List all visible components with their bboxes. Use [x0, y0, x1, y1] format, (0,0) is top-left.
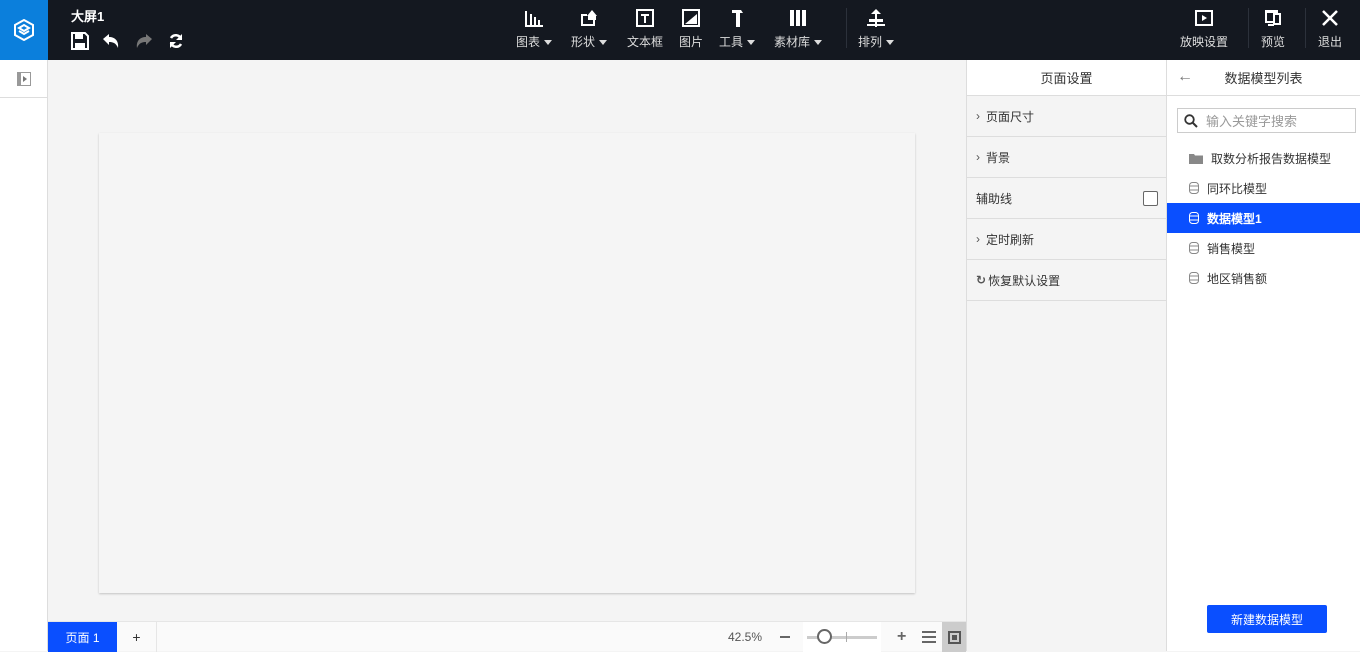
image-icon	[682, 9, 700, 27]
model-search-input[interactable]: 输入关键字搜索	[1177, 108, 1356, 133]
data-model-panel: ← 数据模型列表 输入关键字搜索 取数分析报告数据模型 同环比模型 数据模型1 销…	[1167, 60, 1360, 651]
exit-button[interactable]: 退出	[1318, 8, 1342, 50]
save-icon[interactable]	[70, 31, 90, 51]
guides-row: 辅助线	[967, 178, 1166, 219]
textbox-icon	[636, 9, 654, 27]
reset-icon: ↻	[976, 273, 987, 287]
zoom-value: 42.5%	[728, 630, 763, 644]
chevron-right-icon: ›	[976, 232, 980, 246]
guides-checkbox[interactable]	[1143, 191, 1158, 206]
tool-tools[interactable]: 工具	[719, 8, 756, 50]
zoom-out-button[interactable]	[780, 636, 790, 638]
model-item[interactable]: 销售模型	[1167, 233, 1360, 263]
add-page-button[interactable]: +	[117, 622, 157, 652]
page-settings-title: 页面设置	[967, 60, 1166, 96]
chevron-right-icon: ›	[976, 109, 980, 123]
background-row[interactable]: › 背景	[967, 137, 1166, 178]
back-arrow-icon[interactable]: ←	[1177, 68, 1193, 86]
expand-panel-icon	[16, 71, 31, 86]
page-tab-1[interactable]: 页面 1	[48, 622, 117, 652]
hammer-icon	[732, 10, 743, 27]
bar-chart-icon	[525, 11, 543, 27]
fit-width-icon[interactable]	[922, 631, 936, 643]
database-icon	[1189, 212, 1199, 224]
search-icon	[1184, 113, 1198, 128]
play-settings-button[interactable]: 放映设置	[1180, 8, 1228, 50]
database-icon	[1189, 182, 1199, 194]
document-title[interactable]: 大屏1	[71, 6, 104, 25]
shape-icon	[581, 10, 597, 26]
undo-icon[interactable]	[101, 31, 121, 51]
fit-screen-icon[interactable]	[942, 622, 966, 652]
reset-defaults-button[interactable]: ↻ 恢复默认设置	[967, 260, 1166, 301]
zoom-in-button[interactable]: +	[897, 628, 906, 646]
model-folder-item[interactable]: 取数分析报告数据模型	[1167, 143, 1360, 173]
canvas-page[interactable]	[99, 133, 915, 593]
folder-icon	[1189, 153, 1203, 164]
model-item-active[interactable]: 数据模型1	[1167, 203, 1360, 233]
close-icon	[1322, 10, 1338, 26]
model-item[interactable]: 同环比模型	[1167, 173, 1360, 203]
timed-refresh-row[interactable]: › 定时刷新	[967, 219, 1166, 260]
new-data-model-button[interactable]: 新建数据模型	[1207, 605, 1327, 633]
play-icon	[1195, 10, 1213, 26]
tool-chart[interactable]: 图表	[516, 8, 553, 50]
tool-shape[interactable]: 形状	[571, 8, 608, 50]
chevron-right-icon: ›	[976, 150, 980, 164]
zoom-slider-handle[interactable]	[817, 629, 832, 644]
expand-panel-button[interactable]	[0, 60, 47, 98]
model-item[interactable]: 地区销售额	[1167, 263, 1360, 293]
tool-textbox[interactable]: 文本框	[627, 8, 663, 50]
database-icon	[1189, 272, 1199, 284]
arrange-icon	[867, 9, 885, 27]
database-icon	[1189, 242, 1199, 254]
tool-arrange[interactable]: 排列	[858, 8, 895, 50]
monitor-icon	[1265, 10, 1281, 26]
library-icon	[790, 10, 806, 26]
refresh-icon[interactable]	[166, 31, 186, 51]
bottom-bar: 页面 1 + 42.5% +	[48, 621, 966, 652]
redo-icon[interactable]	[134, 31, 154, 51]
top-toolbar: 大屏1 图表 形状 文本框 图片 工具 素材库 排列 放映设置 预览 退出	[0, 0, 1360, 60]
preview-button[interactable]: 预览	[1261, 8, 1285, 50]
left-sidebar	[0, 60, 48, 651]
tool-library[interactable]: 素材库	[774, 8, 823, 50]
zoom-slider[interactable]	[803, 622, 881, 652]
app-logo[interactable]	[0, 0, 48, 60]
data-model-title: 数据模型列表	[1224, 71, 1303, 86]
page-size-row[interactable]: › 页面尺寸	[967, 96, 1166, 137]
logo-icon	[14, 19, 34, 41]
tool-image[interactable]: 图片	[679, 8, 703, 50]
page-settings-panel: 页面设置 › 页面尺寸 › 背景 辅助线 › 定时刷新 ↻ 恢复默认设置	[966, 60, 1167, 651]
canvas-area	[48, 60, 966, 621]
